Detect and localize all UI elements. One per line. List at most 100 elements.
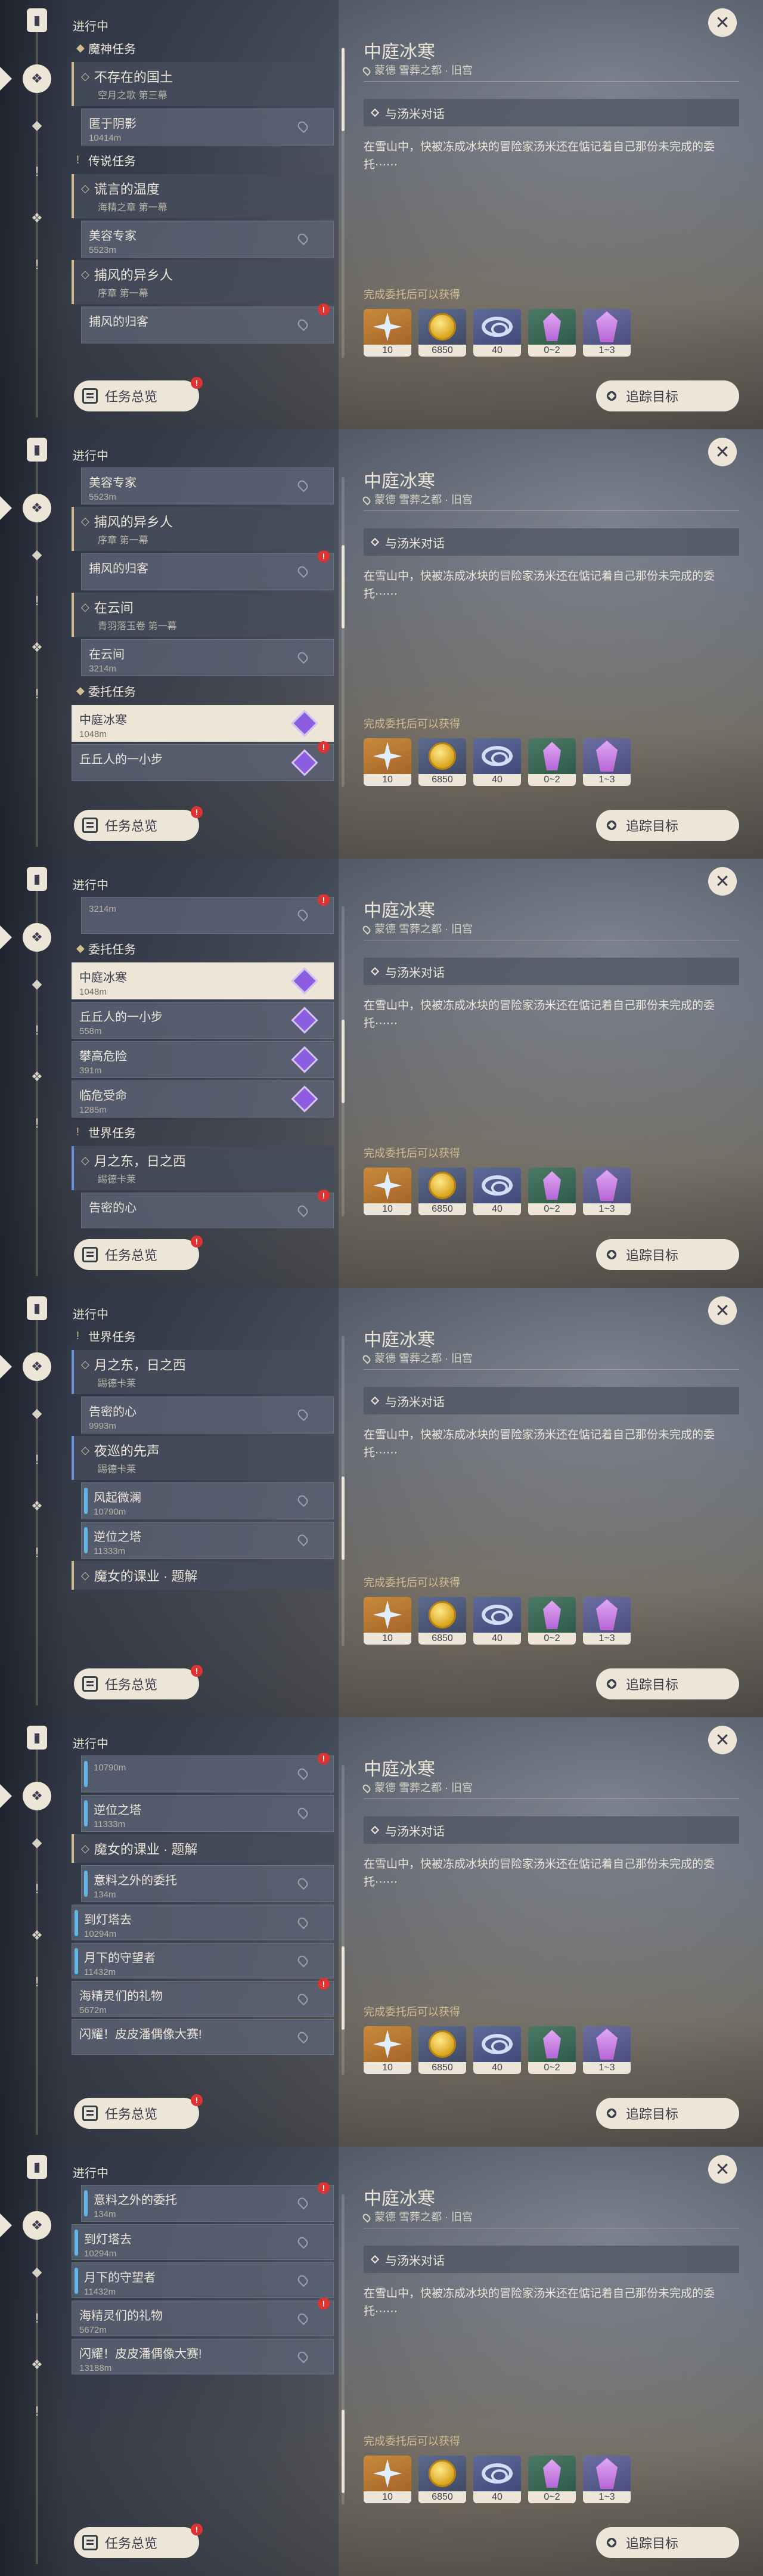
quest-book-icon[interactable]: ▮ bbox=[27, 8, 47, 32]
all-quests-icon[interactable]: ❖ bbox=[23, 923, 51, 952]
commission-icon[interactable]: ! bbox=[25, 253, 49, 277]
scrollbar-thumb[interactable] bbox=[342, 1476, 345, 1560]
scrollbar-thumb[interactable] bbox=[342, 48, 345, 131]
reward-item[interactable]: 40 bbox=[473, 1597, 521, 1645]
reward-item[interactable]: 1~3 bbox=[583, 2026, 631, 2074]
reward-item[interactable]: 10 bbox=[364, 309, 411, 357]
scrollbar-thumb[interactable] bbox=[342, 1020, 345, 1103]
track-objective-button[interactable]: 追踪目标 bbox=[596, 1668, 739, 1699]
quest-overview-button[interactable]: 任务总览! bbox=[74, 2094, 203, 2129]
scrollbar-thumb[interactable] bbox=[342, 1946, 345, 2030]
quest-item[interactable]: 意料之外的委托 134m! bbox=[81, 2182, 334, 2222]
reward-item[interactable]: 6850 bbox=[418, 309, 466, 357]
quest-item[interactable]: 捕风的归客! bbox=[81, 550, 334, 590]
quest-item[interactable]: 逆位之塔 11333m bbox=[81, 1795, 334, 1832]
archon-quest-icon[interactable]: ◆ bbox=[25, 113, 49, 137]
scrollbar-thumb[interactable] bbox=[342, 2410, 345, 2493]
quest-overview-button[interactable]: 任务总览! bbox=[74, 806, 203, 841]
quest-list[interactable]: 3214m! ◆ 委托任务 中庭冰寒 1048m 丘丘人的一小步 558m 攀高危险 391m 临… bbox=[72, 894, 334, 1228]
commission-icon[interactable]: ! bbox=[25, 1541, 49, 1565]
all-quests-icon[interactable]: ❖ bbox=[23, 64, 51, 93]
quest-item[interactable]: 临危受命 1285m bbox=[72, 1080, 334, 1117]
quest-item[interactable]: 到灯塔去 10294m bbox=[72, 2224, 334, 2260]
quest-item[interactable]: 捕风的归客! bbox=[81, 304, 334, 343]
close-button[interactable]: ✕ bbox=[708, 2155, 737, 2184]
track-objective-button[interactable]: 追踪目标 bbox=[596, 810, 739, 841]
quest-book-icon[interactable]: ▮ bbox=[27, 867, 47, 891]
story-quest-icon[interactable]: ! bbox=[25, 1448, 49, 1472]
close-button[interactable]: ✕ bbox=[708, 1296, 737, 1325]
reward-item[interactable]: 1~3 bbox=[583, 1168, 631, 1215]
quest-item[interactable]: 海精灵们的礼物 5672m! bbox=[72, 1978, 334, 2017]
reward-item[interactable]: 0~2 bbox=[528, 1597, 576, 1645]
reward-item[interactable]: 0~2 bbox=[528, 2026, 576, 2074]
quest-item[interactable]: 月下的守望者 11432m bbox=[72, 2262, 334, 2298]
reward-item[interactable]: 0~2 bbox=[528, 2456, 576, 2503]
reward-item[interactable]: 1~3 bbox=[583, 2456, 631, 2503]
quest-item[interactable]: 在云间 3214m bbox=[81, 639, 334, 676]
scrollbar[interactable] bbox=[342, 906, 345, 1216]
scrollbar[interactable] bbox=[342, 1336, 345, 1646]
world-quest-icon[interactable]: ❖ bbox=[25, 1924, 49, 1948]
reward-item[interactable]: 0~2 bbox=[528, 1168, 576, 1215]
reward-item[interactable]: 1~3 bbox=[583, 309, 631, 357]
quest-list[interactable]: ! 世界任务 ◇ 月之东，日之西 踢德卡莱 告密的心 9993m ◇ 夜巡的先声 踢德卡莱 风起微澜… bbox=[72, 1324, 334, 1658]
quest-item[interactable]: 匿于阴影 10414m bbox=[81, 109, 334, 145]
reward-item[interactable]: 6850 bbox=[418, 1597, 466, 1645]
reward-item[interactable]: 0~2 bbox=[528, 309, 576, 357]
quest-list[interactable]: 意料之外的委托 134m! 到灯塔去 10294m 月下的守望者 11432m 海精灵们的礼… bbox=[72, 2182, 334, 2516]
story-quest-icon[interactable]: ! bbox=[25, 2306, 49, 2330]
quest-list[interactable]: 美容专家 5523m ◇ 捕风的异乡人 序章 第一幕 捕风的归客! ◇ 在云间 青羽落玉卷 第一… bbox=[72, 465, 334, 799]
reward-item[interactable]: 6850 bbox=[418, 738, 466, 786]
quest-item[interactable]: 月下的守望者 11432m bbox=[72, 1943, 334, 1979]
reward-item[interactable]: 40 bbox=[473, 1168, 521, 1215]
reward-item[interactable]: 10 bbox=[364, 2456, 411, 2503]
quest-item[interactable]: 告密的心! bbox=[81, 1190, 334, 1228]
quest-book-icon[interactable]: ▮ bbox=[27, 1726, 47, 1750]
reward-item[interactable]: 6850 bbox=[418, 2026, 466, 2074]
quest-group[interactable]: ◇ 捕风的异乡人 序章 第一幕 bbox=[72, 260, 334, 304]
archon-quest-icon[interactable]: ◆ bbox=[25, 1401, 49, 1425]
scrollbar-thumb[interactable] bbox=[342, 545, 345, 628]
quest-book-icon[interactable]: ▮ bbox=[27, 438, 47, 462]
quest-group[interactable]: ◇ 捕风的异乡人 序章 第一幕 bbox=[72, 507, 334, 551]
quest-item[interactable]: 闪耀！皮皮潘偶像大赛! 13188m bbox=[72, 2339, 334, 2374]
story-quest-icon[interactable]: ! bbox=[25, 1877, 49, 1901]
quest-overview-button[interactable]: 任务总览! bbox=[74, 1236, 203, 1270]
quest-item[interactable]: 意料之外的委托 134m bbox=[81, 1865, 334, 1902]
story-quest-icon[interactable]: ! bbox=[25, 1018, 49, 1042]
quest-item[interactable]: 中庭冰寒 1048m bbox=[72, 962, 334, 999]
story-quest-icon[interactable]: ! bbox=[25, 589, 49, 613]
story-quest-icon[interactable]: ! bbox=[25, 160, 49, 184]
reward-item[interactable]: 10 bbox=[364, 1168, 411, 1215]
quest-item[interactable]: 美容专家 5523m bbox=[81, 467, 334, 504]
quest-item[interactable]: 风起微澜 10790m bbox=[81, 1482, 334, 1519]
close-button[interactable]: ✕ bbox=[708, 438, 737, 466]
quest-group[interactable]: ◇ 在云间 青羽落玉卷 第一幕 bbox=[72, 593, 334, 637]
quest-overview-button[interactable]: 任务总览! bbox=[74, 1665, 203, 1699]
reward-item[interactable]: 40 bbox=[473, 738, 521, 786]
quest-group[interactable]: ◇ 魔女的课业 · 题解 bbox=[72, 1561, 334, 1590]
track-objective-button[interactable]: 追踪目标 bbox=[596, 380, 739, 411]
scrollbar[interactable] bbox=[342, 2194, 345, 2504]
reward-item[interactable]: 1~3 bbox=[583, 738, 631, 786]
reward-item[interactable]: 1~3 bbox=[583, 1597, 631, 1645]
archon-quest-icon[interactable]: ◆ bbox=[25, 543, 49, 566]
commission-icon[interactable]: ! bbox=[25, 1970, 49, 1994]
quest-item[interactable]: 告密的心 9993m bbox=[81, 1397, 334, 1433]
reward-item[interactable]: 6850 bbox=[418, 1168, 466, 1215]
world-quest-icon[interactable]: ❖ bbox=[25, 2353, 49, 2377]
quest-group[interactable]: ◇ 夜巡的先声 踢德卡莱 bbox=[72, 1436, 334, 1480]
quest-item[interactable]: 逆位之塔 11333m bbox=[81, 1522, 334, 1559]
quest-book-icon[interactable]: ▮ bbox=[27, 2155, 47, 2179]
commission-icon[interactable]: ! bbox=[25, 2399, 49, 2423]
commission-icon[interactable]: ! bbox=[25, 682, 49, 706]
all-quests-icon[interactable]: ❖ bbox=[23, 1782, 51, 1810]
reward-item[interactable]: 0~2 bbox=[528, 738, 576, 786]
quest-group[interactable]: ◇ 月之东，日之西 踢德卡莱 bbox=[72, 1146, 334, 1190]
all-quests-icon[interactable]: ❖ bbox=[23, 2211, 51, 2240]
track-objective-button[interactable]: 追踪目标 bbox=[596, 1239, 739, 1270]
quest-list[interactable]: 10790m! 逆位之塔 11333m ◇ 魔女的课业 · 题解 意料之外的委托 134m 到… bbox=[72, 1753, 334, 2087]
quest-item[interactable]: 海精灵们的礼物 5672m! bbox=[72, 2298, 334, 2336]
world-quest-icon[interactable]: ❖ bbox=[25, 206, 49, 230]
